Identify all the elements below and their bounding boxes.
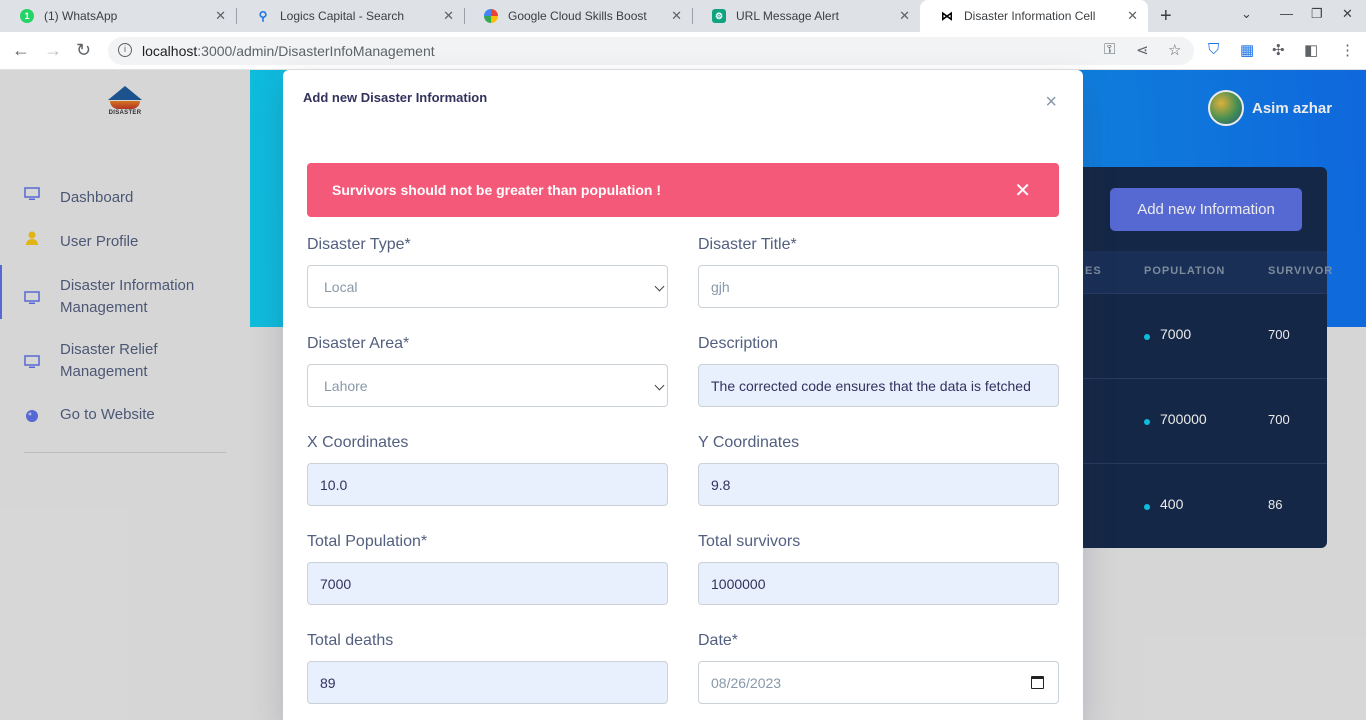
chatgpt-icon: ⚙ xyxy=(712,9,726,23)
close-alert-icon[interactable]: ✕ xyxy=(1014,178,1031,203)
back-icon[interactable]: ← xyxy=(12,40,30,61)
y-coordinates-input[interactable]: 9.8 xyxy=(698,463,1059,506)
whatsapp-icon: 1 xyxy=(20,9,34,23)
field-label: Date* xyxy=(698,632,739,649)
field-label: Disaster Area* xyxy=(307,335,410,352)
side-panel-icon[interactable]: ◧ xyxy=(1304,41,1318,59)
forward-icon[interactable]: → xyxy=(44,40,62,61)
error-alert: Survivors should not be greater than pop… xyxy=(307,163,1059,217)
site-info-icon[interactable]: i xyxy=(118,43,132,57)
disaster-area-group: Disaster Area* Lahore xyxy=(307,335,668,407)
description-group: Description The corrected code ensures t… xyxy=(698,335,1059,407)
close-icon[interactable]: ✕ xyxy=(215,8,226,24)
population-group: Total Population* 7000 xyxy=(307,533,668,605)
key-icon[interactable]: ⚿ xyxy=(1104,41,1115,58)
disaster-type-group: Disaster Type* Local xyxy=(307,236,668,308)
field-label: X Coordinates xyxy=(307,434,409,451)
date-input[interactable]: 08/26/2023 xyxy=(698,661,1059,704)
disaster-type-select[interactable]: Local xyxy=(307,265,668,308)
search-icon: ⚲ xyxy=(258,9,268,23)
shield-extension-icon[interactable]: ⛉ xyxy=(1208,41,1219,58)
tab-whatsapp[interactable]: 1 (1) WhatsApp ✕ xyxy=(0,0,236,32)
close-window-icon[interactable]: ✕ xyxy=(1342,6,1353,22)
tab-title: URL Message Alert xyxy=(736,9,839,23)
google-cloud-icon xyxy=(484,9,498,23)
calendar-icon[interactable] xyxy=(1031,676,1044,689)
survivors-input[interactable]: 1000000 xyxy=(698,562,1059,605)
alert-message: Survivors should not be greater than pop… xyxy=(332,182,662,198)
browser-tab-strip: 1 (1) WhatsApp ✕ ⚲ Logics Capital - Sear… xyxy=(0,0,1366,32)
tab-google-cloud[interactable]: Google Cloud Skills Boost ✕ xyxy=(464,0,692,32)
share-icon[interactable]: ⋖ xyxy=(1136,41,1149,59)
tab-url-message-alert[interactable]: ⚙ URL Message Alert ✕ xyxy=(692,0,920,32)
date-group: Date* 08/26/2023 xyxy=(698,632,1059,704)
app-icon: ⋈ xyxy=(941,9,953,23)
close-icon[interactable]: ✕ xyxy=(1127,8,1138,24)
new-tab-icon[interactable]: + xyxy=(1160,5,1172,28)
tab-logics-capital[interactable]: ⚲ Logics Capital - Search ✕ xyxy=(236,0,464,32)
field-label: Description xyxy=(698,335,779,352)
field-label: Disaster Title* xyxy=(698,236,797,253)
field-label: Total survivors xyxy=(698,533,801,550)
tab-title: Google Cloud Skills Boost xyxy=(508,9,647,23)
tab-title: Logics Capital - Search xyxy=(280,9,405,23)
add-disaster-modal: Add new Disaster Information × Survivors… xyxy=(283,70,1083,720)
disaster-title-input[interactable]: gjh xyxy=(698,265,1059,308)
disaster-area-select[interactable]: Lahore xyxy=(307,364,668,407)
tab-title: Disaster Information Cell xyxy=(964,9,1096,23)
close-icon[interactable]: ✕ xyxy=(899,8,910,24)
tab-title: (1) WhatsApp xyxy=(44,9,118,23)
address-bar[interactable]: i localhost:3000/admin/DisasterInfoManag… xyxy=(108,37,1194,65)
x-coordinates-group: X Coordinates 10.0 xyxy=(307,434,668,506)
star-icon[interactable]: ☆ xyxy=(1168,41,1181,59)
menu-icon[interactable]: ⋮ xyxy=(1340,41,1355,59)
field-label: Disaster Type* xyxy=(307,236,411,253)
browser-toolbar: ← → ↻ i localhost:3000/admin/DisasterInf… xyxy=(0,32,1366,70)
modal-title: Add new Disaster Information xyxy=(303,90,488,105)
description-input[interactable]: The corrected code ensures that the data… xyxy=(698,364,1059,407)
tab-disaster-information-cell[interactable]: ⋈ Disaster Information Cell ✕ xyxy=(920,0,1148,32)
deaths-input[interactable]: 89 xyxy=(307,661,668,704)
date-value: 08/26/2023 xyxy=(711,674,782,691)
disaster-title-group: Disaster Title* gjh xyxy=(698,236,1059,308)
tab-search-icon[interactable]: ⌄ xyxy=(1241,6,1252,22)
field-label: Total Population* xyxy=(307,533,428,550)
population-input[interactable]: 7000 xyxy=(307,562,668,605)
extension-app-icon[interactable]: ▦ xyxy=(1240,41,1254,59)
close-icon[interactable]: ✕ xyxy=(671,8,682,24)
field-label: Total deaths xyxy=(307,632,394,649)
x-coordinates-input[interactable]: 10.0 xyxy=(307,463,668,506)
close-icon[interactable]: ✕ xyxy=(443,8,454,24)
url-path: :3000/admin/DisasterInfoManagement xyxy=(197,43,435,59)
field-label: Y Coordinates xyxy=(698,434,800,451)
puzzle-icon[interactable]: ✣ xyxy=(1272,41,1285,59)
close-modal-icon[interactable]: × xyxy=(1045,92,1057,112)
y-coordinates-group: Y Coordinates 9.8 xyxy=(698,434,1059,506)
reload-icon[interactable]: ↻ xyxy=(76,40,91,61)
url-host: localhost xyxy=(142,43,198,59)
survivors-group: Total survivors 1000000 xyxy=(698,533,1059,605)
restore-icon[interactable]: ❐ xyxy=(1311,6,1323,22)
minimize-icon[interactable]: — xyxy=(1280,6,1293,21)
deaths-group: Total deaths 89 xyxy=(307,632,668,704)
